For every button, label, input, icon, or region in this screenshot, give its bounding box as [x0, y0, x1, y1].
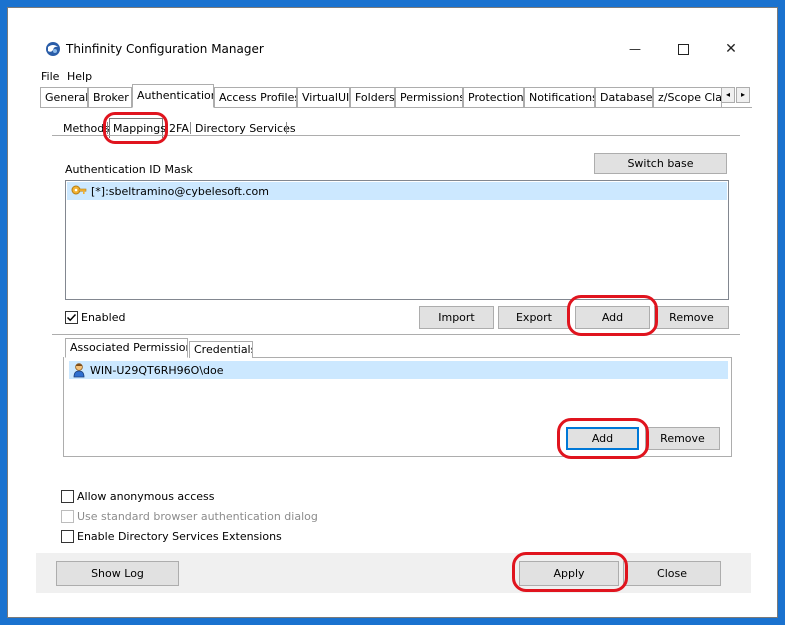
- enabled-label: Enabled: [81, 311, 126, 324]
- minimize-icon: —: [629, 42, 641, 56]
- tab-broker[interactable]: Broker: [88, 87, 132, 107]
- permission-remove-button[interactable]: Remove: [645, 427, 720, 450]
- subtab-directory-services[interactable]: Directory Services: [195, 122, 296, 135]
- tab-scroll-right-button[interactable]: ▸: [736, 87, 750, 103]
- tab-scroll-left-button[interactable]: ◂: [721, 87, 735, 103]
- export-button[interactable]: Export: [498, 306, 570, 329]
- tab-associated-permissions[interactable]: Associated Permissions: [65, 338, 188, 358]
- tab-permissions[interactable]: Permissions: [395, 87, 463, 107]
- subtab-separator: [286, 122, 287, 134]
- subtab-mappings-label: Mappings: [113, 122, 166, 135]
- subtab-methods[interactable]: Methods: [63, 122, 110, 135]
- menu-help[interactable]: Help: [67, 70, 92, 83]
- standard-dialog-checkbox: [61, 510, 74, 523]
- close-icon: ✕: [725, 41, 737, 57]
- minimize-button[interactable]: —: [612, 32, 658, 66]
- mapping-add-button[interactable]: Add: [575, 306, 650, 329]
- directory-extensions-label: Enable Directory Services Extensions: [77, 530, 282, 543]
- subtab-separator: [107, 122, 108, 134]
- app-logo-icon: [45, 41, 61, 57]
- subtab-2fa[interactable]: 2FA: [169, 122, 189, 135]
- chevron-left-icon: ◂: [725, 90, 730, 99]
- subtab-panel-border: [52, 135, 740, 136]
- tab-authentication[interactable]: Authentication: [132, 84, 214, 108]
- tab-general[interactable]: General: [40, 87, 88, 107]
- close-button[interactable]: Close: [623, 561, 721, 586]
- tab-protection[interactable]: Protection: [463, 87, 524, 107]
- check-icon: [66, 313, 77, 322]
- subtab-separator: [190, 122, 191, 134]
- mapping-list-item[interactable]: [*]:sbeltramino@cybelesoft.com: [67, 182, 727, 200]
- permission-text: WIN-U29QT6RH96O\doe: [90, 363, 224, 377]
- tab-folders[interactable]: Folders: [350, 87, 395, 107]
- tab-notifications[interactable]: Notifications: [524, 87, 595, 107]
- maximize-button[interactable]: [660, 32, 706, 66]
- permissions-tab-line: [253, 357, 732, 358]
- allow-anonymous-label: Allow anonymous access: [77, 490, 215, 503]
- enabled-checkbox[interactable]: [65, 311, 78, 324]
- show-log-button[interactable]: Show Log: [56, 561, 179, 586]
- window-title: Thinfinity Configuration Manager: [66, 42, 264, 56]
- permission-add-button[interactable]: Add: [566, 427, 639, 450]
- directory-extensions-checkbox[interactable]: [61, 530, 74, 543]
- auth-id-mask-label: Authentication ID Mask: [65, 163, 193, 176]
- permission-list-item[interactable]: WIN-U29QT6RH96O\doe: [69, 361, 728, 379]
- mapping-text: [*]:sbeltramino@cybelesoft.com: [91, 184, 269, 198]
- tab-credentials[interactable]: Credentials: [189, 341, 253, 358]
- close-window-button[interactable]: ✕: [708, 32, 754, 66]
- tab-access-profiles[interactable]: Access Profiles: [214, 87, 297, 107]
- menu-file[interactable]: File: [41, 70, 59, 83]
- user-icon: [72, 362, 86, 378]
- tab-database[interactable]: Database: [595, 87, 653, 107]
- tab-virtualui[interactable]: VirtualUI: [297, 87, 350, 107]
- key-icon: [71, 184, 87, 198]
- apply-button[interactable]: Apply: [519, 561, 619, 586]
- maximize-icon: [677, 43, 689, 55]
- tab-zscope-classic[interactable]: z/Scope Clas: [653, 87, 722, 107]
- mapping-remove-button[interactable]: Remove: [654, 306, 729, 329]
- section-divider: [52, 334, 740, 335]
- chevron-right-icon: ▸: [740, 90, 745, 99]
- import-button[interactable]: Import: [419, 306, 494, 329]
- allow-anonymous-checkbox[interactable]: [61, 490, 74, 503]
- standard-dialog-label: Use standard browser authentication dial…: [77, 510, 318, 523]
- switch-base-button[interactable]: Switch base: [594, 153, 727, 174]
